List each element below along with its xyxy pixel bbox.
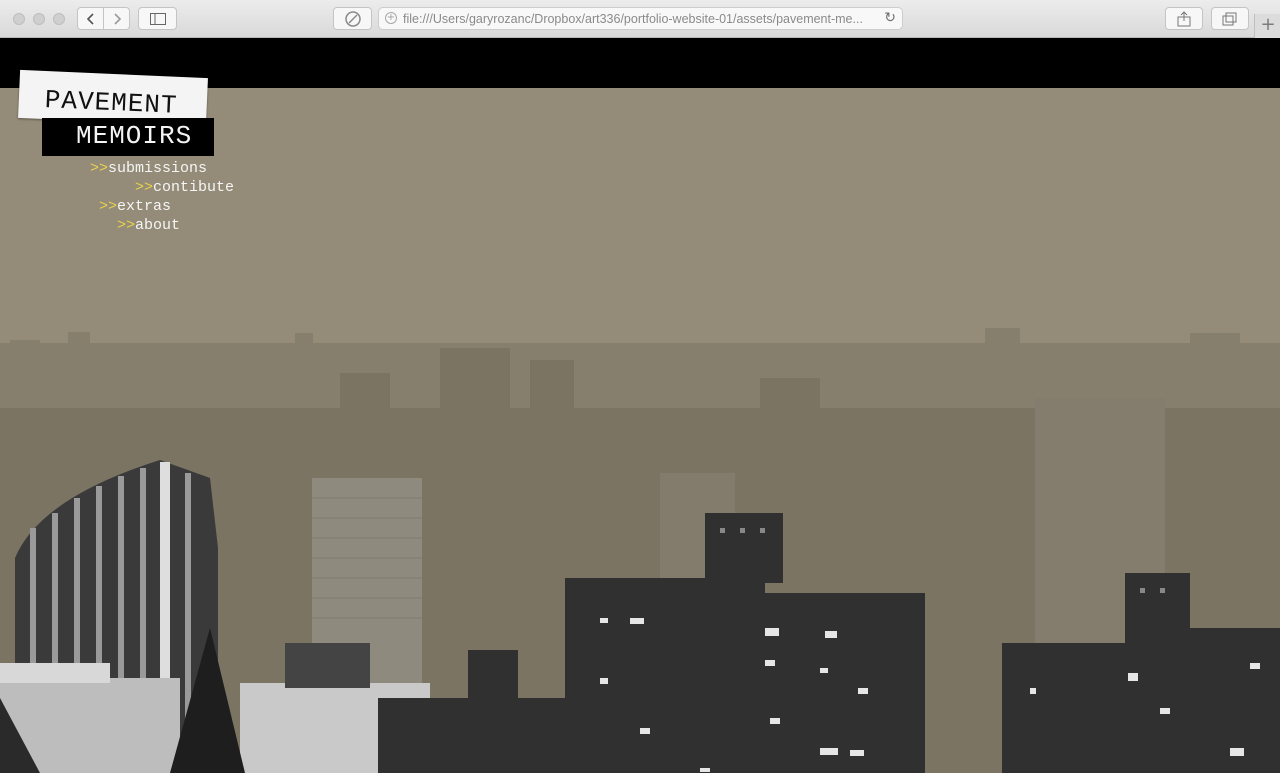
nav-link-extras[interactable]: >>extras bbox=[99, 198, 171, 215]
reader-button[interactable] bbox=[333, 7, 372, 30]
chevron-right-icon bbox=[113, 12, 121, 25]
browser-toolbar: + file:///Users/garyrozanc/Dropbox/art33… bbox=[0, 0, 1280, 38]
logo-line2: MEMOIRS bbox=[76, 121, 193, 151]
close-window-button[interactable] bbox=[13, 13, 25, 25]
compass-icon bbox=[344, 10, 361, 27]
nav-arrow: >> bbox=[99, 198, 118, 215]
minimize-window-button[interactable] bbox=[33, 13, 45, 25]
nav-arrow: >> bbox=[90, 160, 109, 177]
tabs-overview-button[interactable] bbox=[1211, 7, 1249, 30]
nav-label: submissions bbox=[108, 160, 208, 177]
logo-memoirs-label[interactable]: MEMOIRS bbox=[42, 118, 214, 156]
sidebar-icon bbox=[149, 12, 166, 25]
address-bar[interactable]: + file:///Users/garyrozanc/Dropbox/art33… bbox=[378, 7, 903, 30]
add-icon[interactable]: + bbox=[385, 12, 397, 24]
share-icon bbox=[1177, 10, 1191, 26]
share-button[interactable] bbox=[1165, 7, 1203, 30]
logo-line1: PAVEMENT bbox=[44, 85, 179, 121]
back-button[interactable] bbox=[77, 7, 104, 30]
nav-label: about bbox=[135, 217, 181, 234]
nav-link-about[interactable]: >>about bbox=[117, 217, 180, 234]
nav-label: extras bbox=[117, 198, 172, 215]
new-tab-button[interactable]: + bbox=[1254, 14, 1280, 38]
nav-link-submissions[interactable]: >>submissions bbox=[90, 160, 207, 177]
nav-arrow: >> bbox=[135, 179, 154, 196]
nav-link-contibute[interactable]: >>contibute bbox=[135, 179, 234, 196]
sidebar-toggle-button[interactable] bbox=[138, 7, 177, 30]
tabs-icon bbox=[1222, 12, 1237, 25]
nav-arrow: >> bbox=[117, 217, 136, 234]
url-text[interactable]: file:///Users/garyrozanc/Dropbox/art336/… bbox=[403, 12, 873, 26]
zoom-window-button[interactable] bbox=[53, 13, 65, 25]
nav-label: contibute bbox=[153, 179, 235, 196]
reload-icon[interactable]: ↻ bbox=[884, 10, 896, 26]
forward-button[interactable] bbox=[103, 7, 130, 30]
chevron-left-icon bbox=[86, 12, 94, 25]
